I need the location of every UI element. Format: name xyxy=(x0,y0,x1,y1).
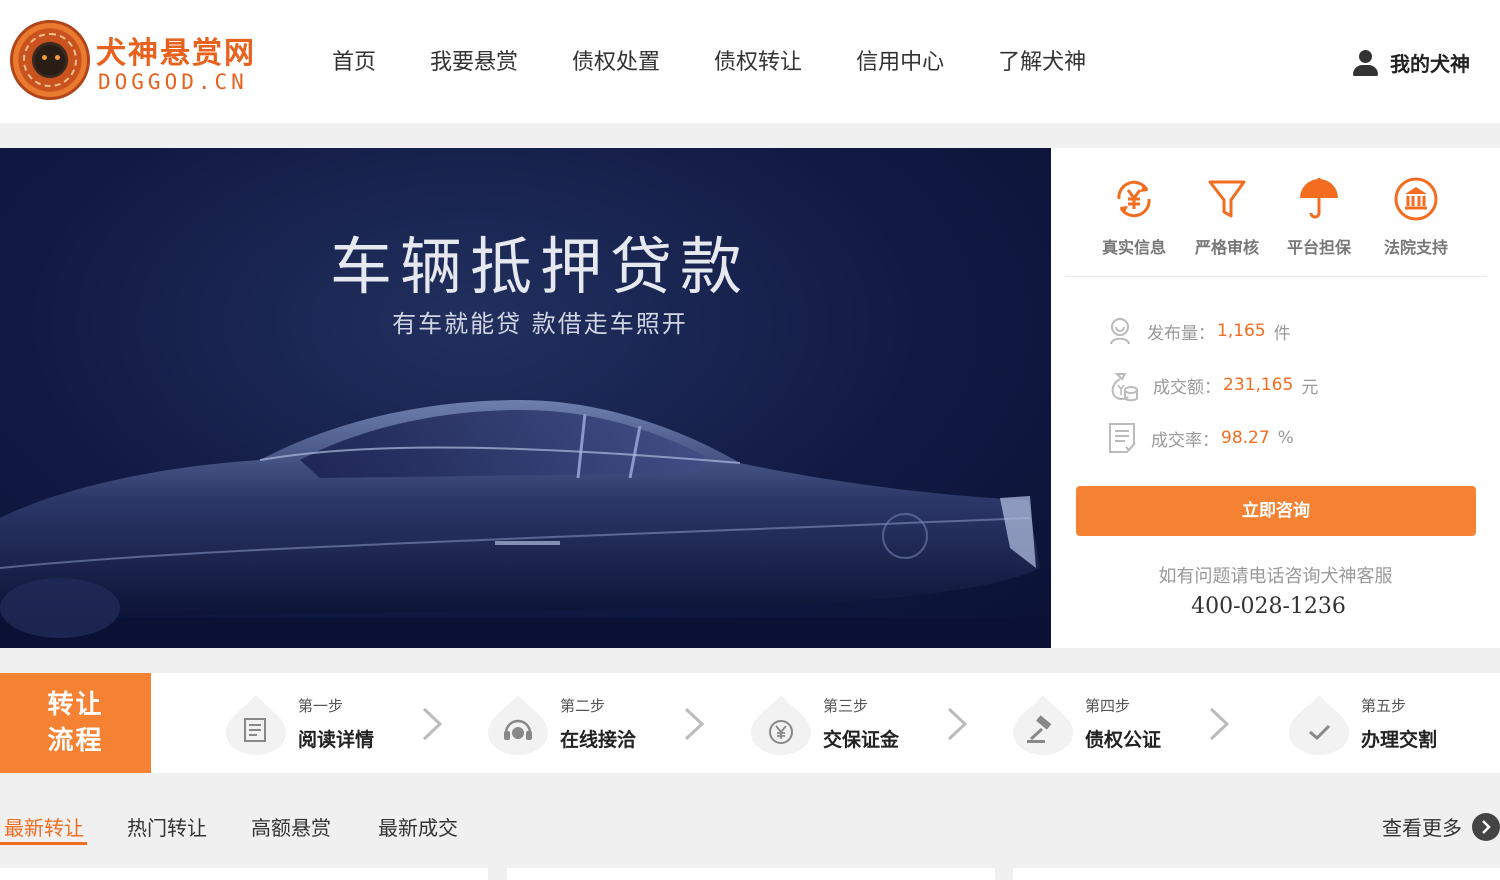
listing-card[interactable] xyxy=(507,868,995,880)
gavel-icon xyxy=(1013,695,1073,755)
document-icon xyxy=(1109,423,1136,453)
help-text: 如有问题请电话咨询犬神客服 xyxy=(1158,566,1393,587)
stat-unit: % xyxy=(1277,428,1294,448)
step-number: 第三步 xyxy=(823,697,869,715)
listing-cards xyxy=(0,868,1500,880)
stat-label: 发布量： xyxy=(1147,323,1215,344)
active-tab-indicator xyxy=(0,842,87,845)
view-more-label: 查看更多 xyxy=(1382,816,1462,840)
listing-card[interactable] xyxy=(0,868,488,880)
stat-published: 发布量： 1,165 件 xyxy=(1107,316,1291,346)
step-number: 第一步 xyxy=(298,697,344,715)
feature-strict-review: 严格审核 xyxy=(1187,176,1267,258)
banner-subtitle: 有车就能贷 款借走车照开 xyxy=(392,310,688,338)
yen-coin-icon xyxy=(751,695,811,755)
step-name: 办理交割 xyxy=(1361,729,1438,751)
stat-unit: 元 xyxy=(1301,377,1319,398)
tab-high-bounty[interactable]: 高额悬赏 xyxy=(251,812,331,844)
court-icon xyxy=(1394,177,1438,221)
main-nav: 首页 我要悬赏 债权处置 债权转让 信用中心 了解犬神 xyxy=(332,46,1140,80)
stat-value: 1,165 xyxy=(1217,321,1266,341)
chevron-right-circle-icon xyxy=(1472,812,1500,841)
step-number: 第二步 xyxy=(560,697,606,715)
step-number: 第四步 xyxy=(1085,697,1131,715)
tab-latest-transfer[interactable]: 最新转让 xyxy=(4,812,84,844)
listing-card[interactable] xyxy=(1013,868,1500,880)
stat-value: 98.27 xyxy=(1221,428,1270,448)
step-name: 交保证金 xyxy=(823,729,900,751)
site-logo[interactable]: 犬神悬赏网 DOGGOD.CN xyxy=(10,18,270,104)
banner-title: 车辆抵押贷款 xyxy=(329,230,750,303)
stat-label: 成交额： xyxy=(1153,377,1221,398)
process-label: 转让 流程 xyxy=(0,673,151,773)
feature-real-info: 真实信息 xyxy=(1094,176,1174,258)
step-name: 在线接洽 xyxy=(560,729,637,751)
yen-refresh-icon xyxy=(1117,180,1151,218)
stat-unit: 件 xyxy=(1273,323,1291,344)
money-bag-icon xyxy=(1111,373,1138,402)
feature-label: 严格审核 xyxy=(1194,238,1259,257)
step-name: 阅读详情 xyxy=(298,729,375,751)
funnel-icon xyxy=(1208,180,1246,218)
step-number: 第五步 xyxy=(1361,697,1407,715)
consult-now-button[interactable]: 立即咨询 xyxy=(1076,486,1476,536)
chevron-right-icon xyxy=(684,707,705,741)
chevron-right-icon xyxy=(947,707,968,741)
stat-rate: 成交率： 98.27 % xyxy=(1107,422,1294,454)
document-icon xyxy=(226,695,286,755)
site-header: 犬神悬赏网 DOGGOD.CN 首页 我要悬赏 债权处置 债权转让 信用中心 了… xyxy=(0,0,1500,123)
tab-latest-deals[interactable]: 最新成交 xyxy=(378,812,458,844)
nav-item-credit-center[interactable]: 信用中心 xyxy=(856,46,944,80)
hero-banner[interactable]: 车辆抵押贷款 有车就能贷 款借走车照开 xyxy=(0,148,1051,648)
umbrella-icon xyxy=(1300,178,1338,219)
checkmark-icon xyxy=(1289,695,1349,755)
stat-volume: 成交额： 231,165 元 xyxy=(1107,368,1318,402)
nav-item-home[interactable]: 首页 xyxy=(332,46,376,80)
logo-title: 犬神悬赏网 xyxy=(96,36,256,71)
step-name: 债权公证 xyxy=(1085,729,1162,751)
feature-label: 真实信息 xyxy=(1101,238,1166,257)
feature-label: 平台担保 xyxy=(1286,238,1351,257)
feature-court-support: 法院支持 xyxy=(1376,176,1456,258)
nav-item-post-bounty[interactable]: 我要悬赏 xyxy=(430,46,518,80)
stat-label: 成交率： xyxy=(1151,430,1219,451)
nav-item-debt-transfer[interactable]: 债权转让 xyxy=(714,46,802,80)
my-account-link[interactable]: 我的犬神 xyxy=(1352,48,1470,77)
view-more-link[interactable]: 查看更多 xyxy=(1382,812,1500,841)
nav-item-about[interactable]: 了解犬神 xyxy=(998,46,1086,80)
logo-domain: DOGGOD.CN xyxy=(98,70,248,94)
tab-hot-transfer[interactable]: 热门转让 xyxy=(127,812,207,844)
headset-icon xyxy=(488,695,548,755)
chevron-right-icon xyxy=(1209,707,1230,741)
listing-tabs: 最新转让 热门转让 高额悬赏 最新成交 查看更多 xyxy=(0,812,1500,846)
feature-platform-guarantee: 平台担保 xyxy=(1279,176,1359,258)
chevron-right-icon xyxy=(422,707,443,741)
support-phone[interactable]: 400-028-1236 xyxy=(1051,594,1486,619)
nav-item-debt-disposal[interactable]: 债权处置 xyxy=(572,46,660,80)
transfer-process: 转让 流程 第一步 阅读详情 第二步 在线接洽 第三步 交保证金 第四步 债权公… xyxy=(0,673,1500,773)
my-account-label: 我的犬神 xyxy=(1390,52,1470,76)
stats-panel: 真实信息 严格审核 平台担保 法院支持 发布量： 1,165 件 成交额： 23… xyxy=(1051,148,1500,648)
user-badge-icon xyxy=(1110,318,1130,345)
dog-logo-icon xyxy=(10,20,90,100)
divider xyxy=(1065,276,1487,277)
feature-label: 法院支持 xyxy=(1383,238,1448,257)
stat-value: 231,165 xyxy=(1223,375,1294,395)
user-icon xyxy=(1352,49,1378,77)
